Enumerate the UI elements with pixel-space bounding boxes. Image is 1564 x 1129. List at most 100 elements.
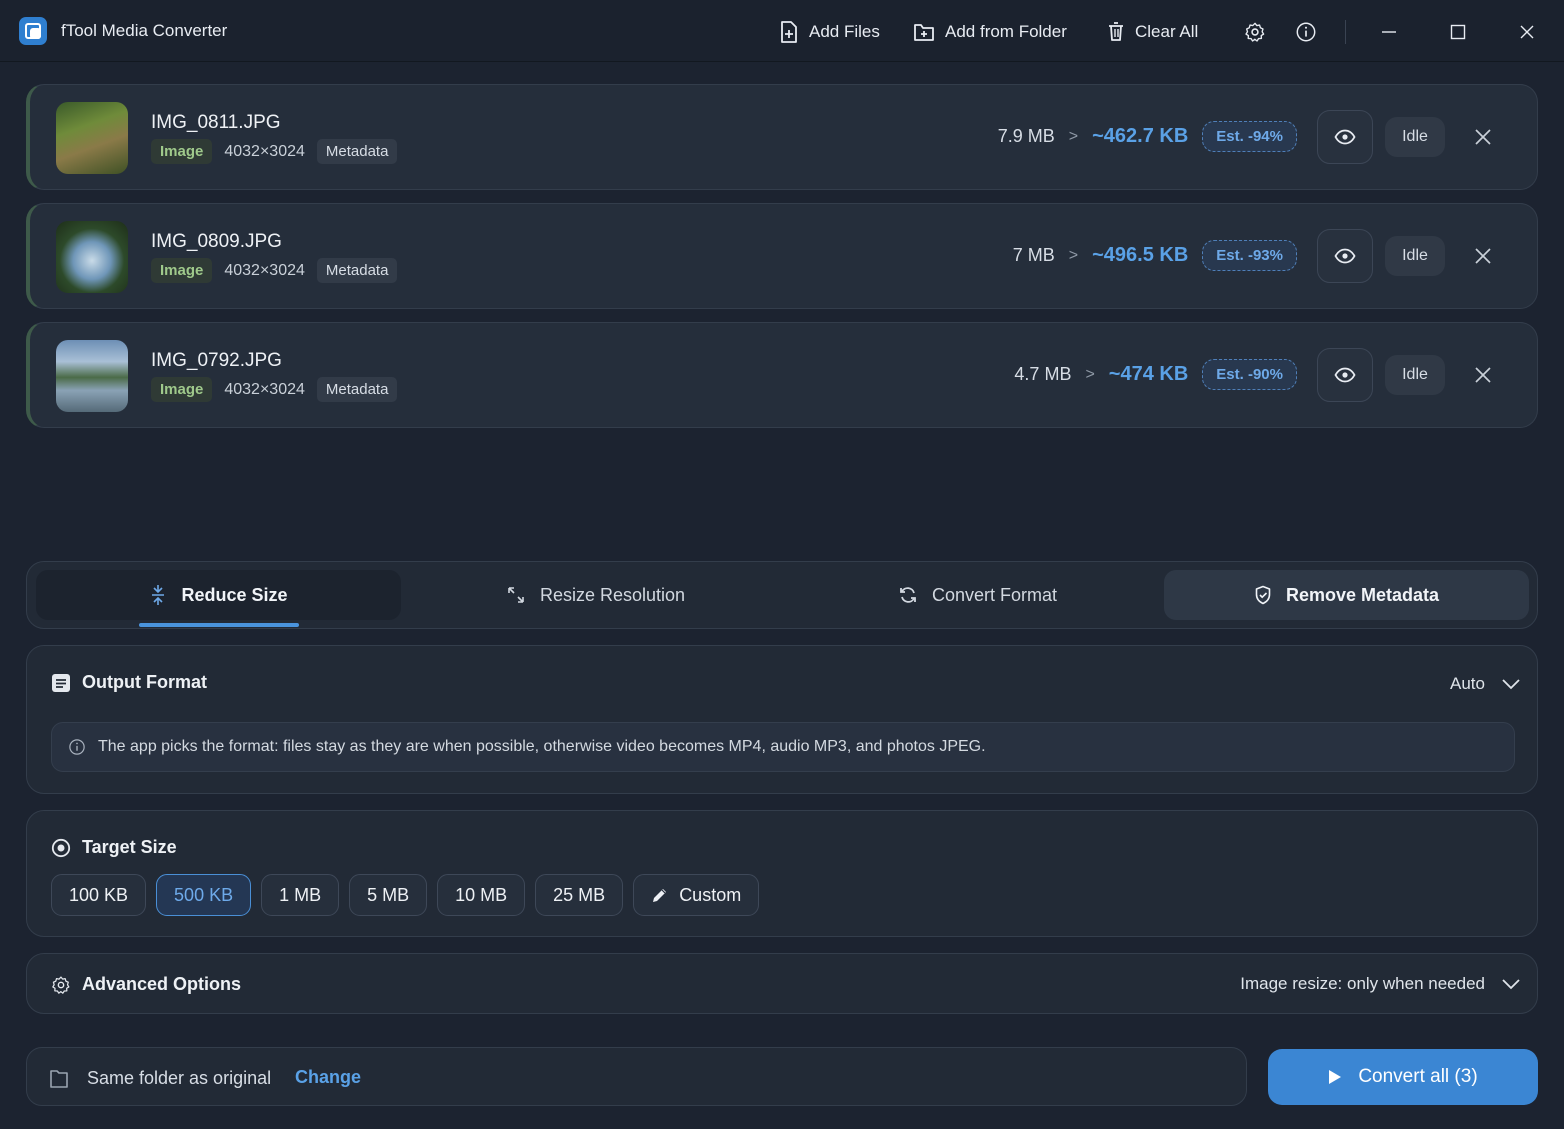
tab-convert-format[interactable]: Convert Format — [795, 570, 1160, 620]
format-info-text: The app picks the format: files stay as … — [98, 738, 986, 755]
tab-reduce-size[interactable]: Reduce Size — [36, 570, 401, 620]
file-meta-row: Image 4032×3024 Metadata — [151, 377, 398, 402]
add-from-folder-button[interactable]: Add from Folder — [912, 18, 1067, 46]
change-folder-link[interactable]: Change — [295, 1067, 361, 1088]
app-title: fTool Media Converter — [61, 21, 228, 40]
target-icon — [51, 838, 71, 857]
file-card[interactable]: IMG_0811.JPG Image 4032×3024 Metadata 7.… — [26, 84, 1538, 190]
size-option-1mb[interactable]: 1 MB — [261, 874, 340, 916]
target-size-options: 100 KB 500 KB 1 MB 5 MB 10 MB 25 MB Cust… — [51, 874, 760, 916]
info-icon — [69, 739, 85, 755]
chevron-down-icon — [1502, 979, 1520, 990]
output-format-panel: Output Format Auto The app picks the for… — [26, 645, 1538, 794]
file-thumbnail — [56, 102, 128, 174]
file-thumbnail — [56, 340, 128, 412]
metadata-badge: Metadata — [316, 139, 398, 164]
original-size: 7 MB — [1012, 245, 1055, 265]
pencil-icon — [653, 889, 667, 902]
clear-all-button[interactable]: Clear All — [1106, 18, 1198, 46]
output-format-header: Output Format — [51, 672, 207, 693]
estimated-size: ~474 KB — [1108, 363, 1189, 385]
size-option-100kb[interactable]: 100 KB — [51, 874, 147, 916]
size-estimate: 7.9 MB > ~462.7 KB Est. -94% — [998, 121, 1297, 152]
status-badge: Idle — [1385, 117, 1445, 157]
advanced-options-summary: Image resize: only when needed — [1240, 974, 1485, 993]
folder-icon — [50, 1070, 68, 1088]
minimize-button[interactable] — [1376, 19, 1402, 45]
advanced-options-header: Advanced Options — [51, 974, 241, 995]
shield-icon — [1255, 585, 1271, 605]
size-option-25mb[interactable]: 25 MB — [535, 874, 624, 916]
output-format-title: Output Format — [82, 672, 207, 692]
advanced-options-panel[interactable]: Advanced Options Image resize: only when… — [26, 953, 1538, 1014]
close-icon — [1475, 248, 1491, 264]
file-name: IMG_0792.JPG — [151, 350, 282, 371]
eye-icon — [1334, 367, 1356, 383]
file-dimensions: 4032×3024 — [224, 142, 305, 160]
file-meta-row: Image 4032×3024 Metadata — [151, 139, 398, 164]
output-format-value: Auto — [1450, 674, 1485, 693]
tab-resize-resolution[interactable]: Resize Resolution — [413, 570, 778, 620]
active-tab-indicator — [139, 623, 299, 627]
estimated-size: ~496.5 KB — [1092, 244, 1189, 266]
add-files-button[interactable]: Add Files — [778, 18, 880, 46]
remove-file-button[interactable] — [1469, 242, 1497, 270]
metadata-badge: Metadata — [316, 258, 398, 283]
eye-icon — [1334, 248, 1356, 264]
file-dimensions: 4032×3024 — [224, 261, 305, 279]
maximize-button[interactable] — [1445, 19, 1471, 45]
close-icon — [1520, 25, 1534, 39]
custom-size-label: Custom — [679, 884, 742, 905]
preview-button[interactable] — [1317, 348, 1373, 402]
tab-label: Remove Metadata — [1285, 584, 1440, 605]
estimate-badge: Est. -94% — [1202, 121, 1297, 152]
close-icon — [1475, 129, 1491, 145]
add-from-folder-label: Add from Folder — [945, 22, 1067, 41]
mode-tabs: Reduce Size Resize Resolution Convert Fo… — [26, 561, 1538, 629]
custom-size-button[interactable]: Custom — [633, 874, 760, 916]
close-window-button[interactable] — [1514, 19, 1540, 45]
status-badge: Idle — [1385, 355, 1445, 395]
compress-icon — [152, 585, 165, 605]
preview-button[interactable] — [1317, 110, 1373, 164]
file-card[interactable]: IMG_0809.JPG Image 4032×3024 Metadata 7 … — [26, 203, 1538, 309]
original-size: 7.9 MB — [997, 126, 1055, 146]
title-bar: fTool Media Converter Add Files Add from… — [0, 0, 1564, 62]
about-button[interactable] — [1293, 19, 1319, 45]
chevron-right-icon: > — [1068, 246, 1079, 264]
size-option-5mb[interactable]: 5 MB — [349, 874, 428, 916]
minimize-icon — [1382, 31, 1396, 33]
maximize-icon — [1450, 24, 1466, 40]
output-folder-text: Same folder as original — [87, 1068, 272, 1088]
add-files-label: Add Files — [809, 22, 880, 41]
advanced-options-toggle[interactable]: Image resize: only when needed — [1240, 974, 1521, 994]
tab-label: Convert Format — [931, 584, 1058, 605]
play-icon — [1329, 1070, 1342, 1084]
tab-remove-metadata[interactable]: Remove Metadata — [1164, 570, 1529, 620]
file-type-badge: Image — [151, 139, 213, 164]
convert-all-button[interactable]: Convert all (3) — [1268, 1049, 1538, 1105]
metadata-badge: Metadata — [316, 377, 398, 402]
remove-file-button[interactable] — [1469, 361, 1497, 389]
size-option-10mb[interactable]: 10 MB — [437, 874, 526, 916]
file-type-badge: Image — [151, 258, 213, 283]
close-icon — [1475, 367, 1491, 383]
clear-all-label: Clear All — [1135, 22, 1199, 41]
file-dimensions: 4032×3024 — [224, 380, 305, 398]
eye-icon — [1334, 129, 1356, 145]
size-option-500kb[interactable]: 500 KB — [156, 874, 252, 916]
output-format-dropdown[interactable]: Auto — [1450, 674, 1521, 694]
add-folder-icon — [914, 24, 934, 41]
preview-button[interactable] — [1317, 229, 1373, 283]
output-folder-bar: Same folder as original Change — [26, 1047, 1247, 1106]
trash-icon — [1109, 22, 1123, 41]
estimate-badge: Est. -93% — [1202, 240, 1297, 271]
document-icon — [52, 673, 70, 692]
target-size-title: Target Size — [82, 837, 177, 857]
app-logo-icon — [19, 17, 47, 45]
settings-button[interactable] — [1242, 19, 1268, 45]
remove-file-button[interactable] — [1469, 123, 1497, 151]
estimate-badge: Est. -90% — [1202, 359, 1297, 390]
file-card[interactable]: IMG_0792.JPG Image 4032×3024 Metadata 4.… — [26, 322, 1538, 428]
size-estimate: 7 MB > ~496.5 KB Est. -93% — [1013, 240, 1297, 271]
